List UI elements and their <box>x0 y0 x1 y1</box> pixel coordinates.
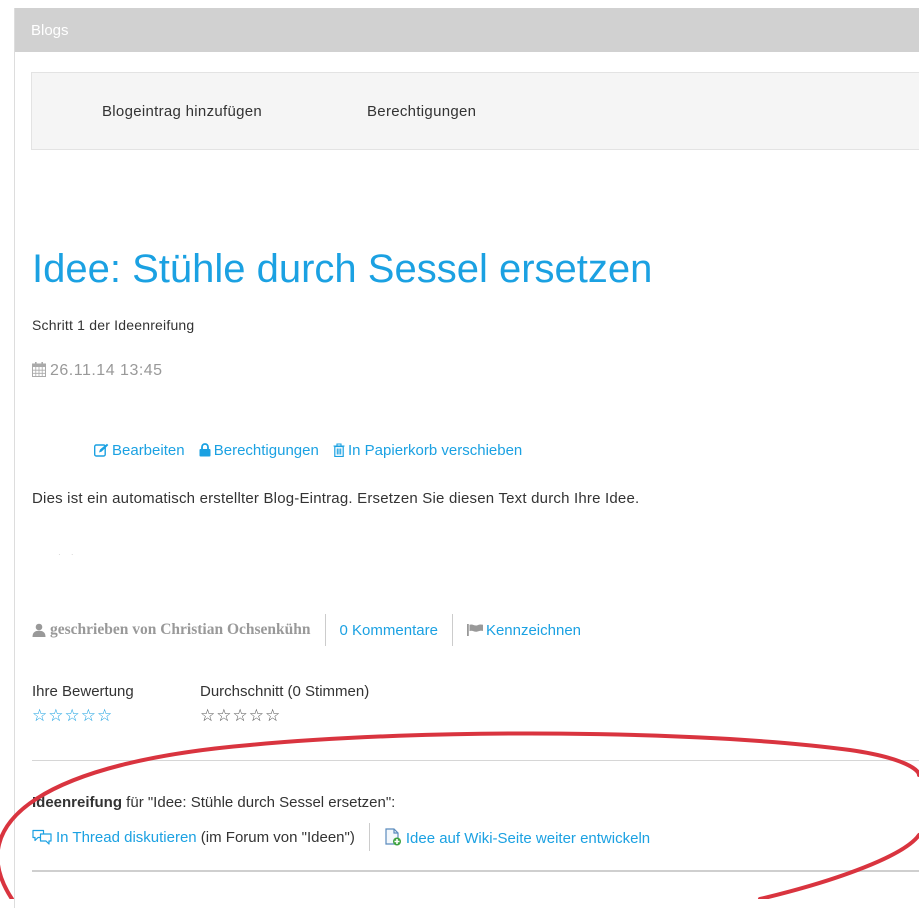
links-divider <box>368 823 370 851</box>
blog-permissions-link[interactable]: Berechtigungen <box>367 103 476 120</box>
ideenreifung-heading: Ideenreifung für "Idee: Stühle durch Ses… <box>32 794 395 811</box>
forum-note: (im Forum von "Ideen") <box>196 828 355 846</box>
ideenreifung-links: In Thread diskutieren (im Forum von "Ide… <box>32 823 650 851</box>
develop-on-wiki-link[interactable]: Idee auf Wiki-Seite weiter entwickeln <box>384 827 651 847</box>
edit-icon <box>93 443 109 457</box>
post-date: 26.11.14 13:45 <box>32 362 163 382</box>
add-blog-entry-link[interactable]: Blogeintrag hinzufügen <box>102 103 262 120</box>
ideenreifung-label: Ideenreifung <box>32 794 123 811</box>
lock-icon <box>199 443 211 457</box>
discuss-in-thread-label: In Thread diskutieren <box>56 828 197 846</box>
average-rating: Durchschnitt (0 Stimmen) ☆☆☆☆☆ <box>200 683 369 726</box>
comments-link[interactable]: 0 Kommentare <box>340 622 438 639</box>
move-to-trash-link[interactable]: In Papierkorb verschieben <box>333 442 522 459</box>
user-icon <box>32 623 46 637</box>
permissions-label: Berechtigungen <box>213 442 319 459</box>
speech-bubbles-icon <box>32 829 52 845</box>
average-rating-label: Durchschnitt (0 Stimmen) <box>200 683 370 700</box>
wiki-page-add-icon <box>385 827 401 845</box>
flag-label: Kennzeichnen <box>485 621 582 639</box>
trash-icon <box>333 443 345 458</box>
ideenreifung-target: für "Idee: Stühle durch Sessel ersetzen"… <box>122 794 396 811</box>
blog-toolbar: Blogeintrag hinzufügen Berechtigungen <box>31 72 919 150</box>
section-divider-bottom <box>32 870 919 872</box>
panel-header: Blogs <box>15 8 919 52</box>
flag-link[interactable]: Kennzeichnen <box>466 621 582 639</box>
your-rating-stars[interactable]: ☆☆☆☆☆ <box>32 706 134 726</box>
trash-label: In Papierkorb verschieben <box>348 442 523 459</box>
meta-divider <box>324 614 326 646</box>
edit-label: Bearbeiten <box>112 442 185 459</box>
post-date-text: 26.11.14 13:45 <box>50 362 163 379</box>
post-permissions-link[interactable]: Berechtigungen <box>199 442 323 459</box>
your-rating: Ihre Bewertung ☆☆☆☆☆ <box>32 683 134 726</box>
post-subtitle: Schritt 1 der Ideenreifung <box>32 317 195 333</box>
meta-divider <box>451 614 453 646</box>
calendar-icon <box>32 362 46 382</box>
post-title[interactable]: Idee: Stühle durch Sessel ersetzen <box>32 245 652 293</box>
average-rating-stars: ☆☆☆☆☆ <box>200 706 282 725</box>
post-meta: geschrieben von Christian Ochsenkühn 0 K… <box>32 613 581 647</box>
post-actions: Bearbeiten Berechtigungen In Papierkorb … <box>93 442 532 459</box>
develop-on-wiki-label: Idee auf Wiki-Seite weiter entwickeln <box>405 829 651 847</box>
discuss-in-thread-link[interactable]: In Thread diskutieren <box>32 829 197 846</box>
flag-icon <box>466 623 483 636</box>
decorative-dots: · · <box>58 550 78 559</box>
post-body: Dies ist ein automatisch erstellter Blog… <box>32 490 640 507</box>
panel-title: Blogs <box>31 22 69 39</box>
post-author: geschrieben von Christian Ochsenkühn <box>50 621 311 638</box>
section-divider <box>32 760 919 761</box>
your-rating-label: Ihre Bewertung <box>32 683 134 700</box>
edit-post-link[interactable]: Bearbeiten <box>93 442 189 459</box>
